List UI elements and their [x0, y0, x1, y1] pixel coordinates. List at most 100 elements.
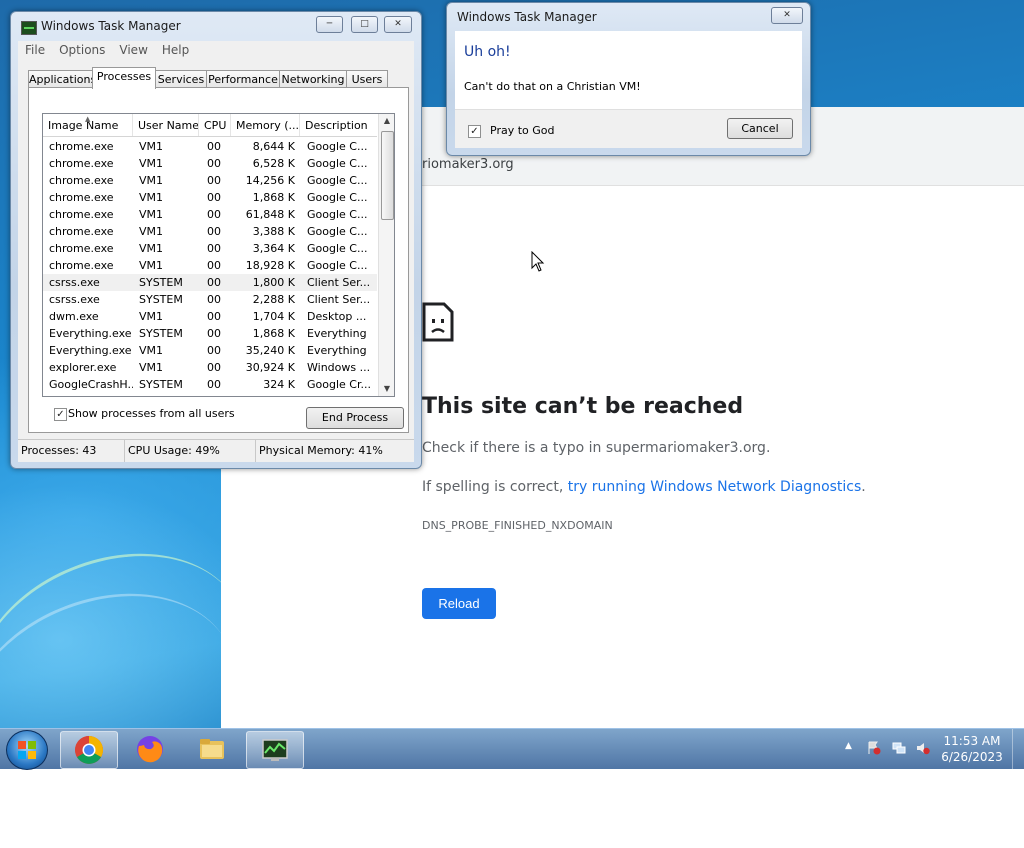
show-all-users-checkbox[interactable]: ✓	[54, 408, 67, 421]
close-button[interactable]: ✕	[384, 16, 412, 33]
process-user: VM1	[139, 208, 164, 221]
volume-muted-icon[interactable]	[916, 741, 930, 755]
dialog-footer: ✓ Pray to God Cancel	[455, 109, 802, 148]
process-cpu: 00	[207, 361, 221, 374]
table-row[interactable]: chrome.exe VM1 00 3,364 K Google C...	[43, 240, 377, 257]
dialog-close-button[interactable]: ✕	[771, 7, 803, 24]
start-button[interactable]	[6, 730, 48, 770]
error-typo-hint: Check if there is a typo in supermarioma…	[422, 440, 771, 456]
network-diagnostics-link[interactable]: try running Windows Network Diagnostics	[568, 479, 862, 495]
tab-performance[interactable]: Performance	[206, 70, 280, 88]
clock-date: 6/26/2023	[941, 750, 1003, 764]
minimize-button[interactable]: ─	[316, 16, 343, 33]
taskbar-chrome[interactable]	[60, 731, 118, 769]
process-name: explorer.exe	[49, 361, 117, 374]
tab-applications[interactable]: Applications	[28, 70, 96, 88]
taskbar-firefox[interactable]	[122, 731, 178, 767]
taskbar-task-manager[interactable]	[246, 731, 304, 769]
process-memory: 3,388 K	[252, 225, 295, 238]
table-row[interactable]: chrome.exe VM1 00 18,928 K Google C...	[43, 257, 377, 274]
sad-page-icon	[422, 302, 454, 342]
process-list-header: ▲ Image Name User Name CPU Memory (... De…	[43, 114, 377, 137]
process-description: Google C...	[307, 225, 368, 238]
process-cpu: 00	[207, 191, 221, 204]
end-process-button[interactable]: End Process	[306, 407, 404, 429]
task-manager-titlebar[interactable]: Windows Task Manager ─ □ ✕	[11, 12, 421, 40]
warning-dialog[interactable]: Windows Task Manager ✕ Uh oh! Can't do t…	[446, 2, 811, 156]
table-row[interactable]: GoogleCrashH... SYSTEM 00 324 K Google Cr...	[43, 376, 377, 393]
process-description: Google C...	[307, 259, 368, 272]
status-bar: Processes: 43 CPU Usage: 49% Physical Me…	[18, 439, 414, 462]
process-list[interactable]: ▲ Image Name User Name CPU Memory (... De…	[42, 113, 395, 397]
folder-icon	[200, 739, 224, 759]
process-user: VM1	[139, 361, 164, 374]
column-cpu[interactable]: CPU	[199, 114, 231, 136]
column-description[interactable]: Description	[300, 114, 377, 136]
column-user-name[interactable]: User Name	[133, 114, 199, 136]
tab-users[interactable]: Users	[346, 70, 388, 88]
table-row[interactable]: chrome.exe VM1 00 61,848 K Google C...	[43, 206, 377, 223]
table-row[interactable]: chrome.exe VM1 00 3,388 K Google C...	[43, 223, 377, 240]
process-description: Google C...	[307, 242, 368, 255]
show-hidden-icons-icon[interactable]: ▲	[845, 741, 852, 751]
process-name: chrome.exe	[49, 140, 114, 153]
show-desktop-button[interactable]	[1012, 729, 1024, 769]
status-processes: Processes: 43	[18, 440, 125, 462]
table-row[interactable]: chrome.exe VM1 00 14,256 K Google C...	[43, 172, 377, 189]
process-description: Google C...	[307, 208, 368, 221]
tab-networking[interactable]: Networking	[279, 70, 347, 88]
action-center-icon[interactable]	[867, 741, 881, 755]
reload-button[interactable]: Reload	[422, 588, 496, 619]
error-diagnostics-suffix: .	[861, 479, 866, 495]
process-description: Everything	[307, 344, 367, 357]
process-description: Google C...	[307, 157, 368, 170]
system-clock[interactable]: 11:53 AM 6/26/2023	[940, 733, 1004, 765]
process-user: VM1	[139, 140, 164, 153]
process-name: chrome.exe	[49, 225, 114, 238]
dialog-content: Uh oh! Can't do that on a Christian VM!	[455, 31, 802, 109]
process-description: Google C...	[307, 191, 368, 204]
menu-file[interactable]: File	[18, 41, 52, 59]
menu-options[interactable]: Options	[52, 41, 112, 59]
table-row[interactable]: Everything.exe SYSTEM 00 1,868 K Everything	[43, 325, 377, 342]
process-name: csrss.exe	[49, 276, 100, 289]
process-cpu: 00	[207, 378, 221, 391]
menu-view[interactable]: View	[112, 41, 154, 59]
process-user: SYSTEM	[139, 327, 183, 340]
pray-checkbox[interactable]: ✓	[468, 125, 481, 138]
address-url[interactable]: riomaker3.org	[422, 157, 514, 172]
table-row[interactable]: csrss.exe SYSTEM 00 1,800 K Client Ser...	[43, 274, 377, 291]
error-diagnostics-hint: If spelling is correct, try running Wind…	[422, 479, 866, 495]
menu-help[interactable]: Help	[155, 41, 196, 59]
table-row[interactable]: chrome.exe VM1 00 8,644 K Google C...	[43, 138, 377, 155]
dialog-titlebar[interactable]: Windows Task Manager ✕	[447, 3, 810, 31]
table-row[interactable]: chrome.exe VM1 00 1,868 K Google C...	[43, 189, 377, 206]
cancel-button[interactable]: Cancel	[727, 118, 793, 139]
clock-time: 11:53 AM	[943, 734, 1001, 748]
table-row[interactable]: chrome.exe VM1 00 6,528 K Google C...	[43, 155, 377, 172]
process-cpu: 00	[207, 140, 221, 153]
network-icon[interactable]	[892, 741, 906, 755]
tab-services[interactable]: Services	[155, 70, 207, 88]
chrome-icon	[75, 736, 103, 764]
maximize-button[interactable]: □	[351, 16, 378, 33]
status-physical-memory: Physical Memory: 41%	[259, 444, 383, 457]
table-row[interactable]: dwm.exe VM1 00 1,704 K Desktop ...	[43, 308, 377, 325]
process-name: chrome.exe	[49, 191, 114, 204]
column-image-name-label: Image Name	[48, 119, 119, 132]
process-description: Google C...	[307, 140, 368, 153]
process-cpu: 00	[207, 174, 221, 187]
table-row[interactable]: explorer.exe VM1 00 30,924 K Windows ...	[43, 359, 377, 376]
taskbar-explorer[interactable]	[184, 731, 240, 767]
table-row[interactable]: Everything.exe VM1 00 35,240 K Everything	[43, 342, 377, 359]
scroll-up-icon[interactable]: ▲	[379, 114, 394, 128]
pray-checkbox-label: Pray to God	[490, 124, 555, 137]
column-image-name[interactable]: ▲ Image Name	[43, 114, 133, 136]
scroll-thumb[interactable]	[381, 131, 394, 220]
table-row[interactable]: csrss.exe SYSTEM 00 2,288 K Client Ser...	[43, 291, 377, 308]
tab-processes[interactable]: Processes	[92, 67, 156, 89]
process-list-scrollbar[interactable]: ▲ ▼	[378, 114, 394, 396]
task-manager-window[interactable]: Windows Task Manager ─ □ ✕ File Options Vi…	[10, 11, 422, 469]
column-memory[interactable]: Memory (...	[231, 114, 300, 136]
scroll-down-icon[interactable]: ▼	[379, 382, 394, 396]
